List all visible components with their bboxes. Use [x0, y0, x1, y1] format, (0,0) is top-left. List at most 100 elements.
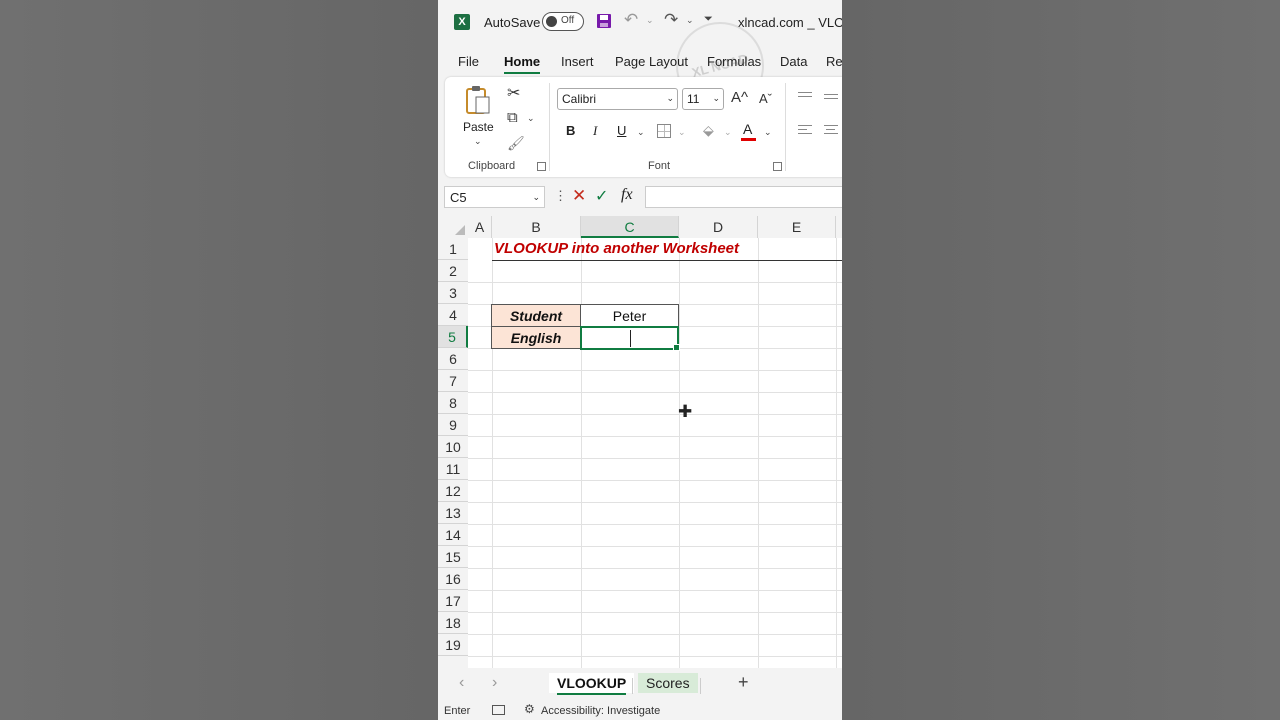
- student-label-cell-b4[interactable]: Student: [491, 304, 581, 327]
- row-header-20[interactable]: [438, 656, 468, 668]
- chevron-left-icon[interactable]: ‹: [459, 674, 464, 692]
- cancel-icon[interactable]: ✕: [572, 186, 586, 206]
- row-header-7[interactable]: 7: [438, 370, 468, 392]
- chevron-down-icon: ⌄: [712, 93, 720, 103]
- font-color-button[interactable]: A: [743, 121, 752, 137]
- row-header-17[interactable]: 17: [438, 590, 468, 612]
- italic-button[interactable]: I: [593, 123, 597, 139]
- row-header-4[interactable]: 4: [438, 304, 468, 326]
- paste-dropdown-icon[interactable]: ⌄: [474, 136, 482, 147]
- cut-icon[interactable]: ✂: [507, 83, 520, 103]
- gridline: [468, 546, 842, 547]
- accessibility-status[interactable]: Accessibility: Investigate: [541, 705, 660, 717]
- align-left-icon[interactable]: [798, 125, 812, 137]
- toggle-knob: [546, 16, 557, 27]
- font-color-dropdown-icon[interactable]: ⌄: [764, 127, 772, 138]
- paste-icon[interactable]: [465, 85, 491, 115]
- document-title: xlncad.com _ VLOO: [738, 15, 842, 30]
- row-header-5[interactable]: 5: [438, 326, 468, 348]
- tab-file[interactable]: File: [458, 54, 479, 69]
- tab-home[interactable]: Home: [504, 54, 541, 74]
- gridline: [468, 590, 842, 591]
- accessibility-icon[interactable]: ⚙: [524, 702, 535, 716]
- student-value-cell-c4[interactable]: Peter: [580, 304, 679, 327]
- row-header-9[interactable]: 9: [438, 414, 468, 436]
- column-header-a[interactable]: A: [468, 216, 492, 238]
- column-header-d[interactable]: D: [679, 216, 758, 238]
- column-header-c[interactable]: C: [581, 216, 679, 238]
- row-header-3[interactable]: 3: [438, 282, 468, 304]
- fill-color-dropdown-icon[interactable]: ⌄: [724, 127, 732, 138]
- autosave-toggle[interactable]: Off: [542, 12, 584, 31]
- row-header-19[interactable]: 19: [438, 634, 468, 656]
- clipboard-launcher-icon[interactable]: [537, 162, 546, 171]
- more-options-icon[interactable]: ⋮: [554, 188, 567, 204]
- redo-icon[interactable]: ↷: [664, 10, 678, 30]
- align-top-icon[interactable]: [798, 92, 812, 104]
- enter-check-icon[interactable]: ✓: [595, 186, 608, 206]
- gridline: [468, 524, 842, 525]
- column-header-b[interactable]: B: [492, 216, 581, 238]
- english-label-cell-b5[interactable]: English: [491, 326, 581, 349]
- chevron-right-icon[interactable]: ›: [492, 674, 497, 692]
- add-sheet-icon[interactable]: +: [738, 672, 749, 693]
- align-center-icon[interactable]: [824, 125, 838, 137]
- sheet-tab-scores[interactable]: Scores: [638, 673, 698, 693]
- borders-dropdown-icon[interactable]: ⌄: [678, 127, 686, 138]
- sheet-tab-vlookup[interactable]: VLOOKUP: [549, 673, 635, 695]
- shrink-letter: A: [759, 91, 768, 106]
- sheet-tab-bar: ‹ › VLOOKUP Scores +: [438, 668, 842, 700]
- row-header-1[interactable]: 1: [438, 238, 468, 260]
- row-header-12[interactable]: 12: [438, 480, 468, 502]
- row-header-14[interactable]: 14: [438, 524, 468, 546]
- copy-icon[interactable]: ⧉: [507, 109, 518, 126]
- gridline: [468, 392, 842, 393]
- formula-input[interactable]: [645, 186, 842, 208]
- save-icon[interactable]: [596, 13, 612, 29]
- underline-dropdown-icon[interactable]: ⌄: [637, 127, 645, 138]
- copy-dropdown-icon[interactable]: ⌄: [527, 113, 535, 124]
- column-header-f[interactable]: [836, 216, 842, 238]
- column-header-e[interactable]: E: [758, 216, 836, 238]
- format-painter-icon[interactable]: 🖌: [507, 135, 525, 152]
- insert-function-button[interactable]: fx: [621, 186, 633, 204]
- row-header-15[interactable]: 15: [438, 546, 468, 568]
- tab-review[interactable]: Re: [826, 54, 842, 69]
- undo-icon[interactable]: ↶: [624, 10, 638, 30]
- text-caret: [630, 330, 631, 347]
- bold-button[interactable]: B: [566, 123, 575, 138]
- fill-handle[interactable]: [673, 344, 680, 351]
- tab-data[interactable]: Data: [780, 54, 807, 69]
- underline-button[interactable]: U: [617, 123, 626, 138]
- row-header-2[interactable]: 2: [438, 260, 468, 282]
- increase-font-size-icon[interactable]: A^: [731, 89, 748, 106]
- paste-button[interactable]: Paste: [463, 120, 494, 134]
- row-header-6[interactable]: 6: [438, 348, 468, 370]
- decrease-font-size-icon[interactable]: Aˇ: [759, 91, 772, 106]
- name-box[interactable]: C5 ⌄: [444, 186, 545, 208]
- align-middle-icon[interactable]: [824, 94, 838, 106]
- row-header-16[interactable]: 16: [438, 568, 468, 590]
- active-cell-c5[interactable]: [580, 326, 680, 351]
- gridline: [468, 480, 842, 481]
- redo-dropdown-icon[interactable]: ⌄: [686, 15, 694, 26]
- row-header-10[interactable]: 10: [438, 436, 468, 458]
- row-header-18[interactable]: 18: [438, 612, 468, 634]
- tab-page-layout[interactable]: Page Layout: [615, 54, 688, 69]
- fill-color-icon[interactable]: ⬙: [703, 122, 714, 139]
- select-all-corner[interactable]: [438, 216, 468, 238]
- macro-record-icon[interactable]: [492, 705, 505, 715]
- row-header-13[interactable]: 13: [438, 502, 468, 524]
- undo-dropdown-icon[interactable]: ⌄: [646, 15, 654, 26]
- font-size-select[interactable]: 11 ⌄: [682, 88, 724, 110]
- borders-icon[interactable]: [657, 124, 671, 138]
- row-header-8[interactable]: 8: [438, 392, 468, 414]
- font-launcher-icon[interactable]: [773, 162, 782, 171]
- worksheet-grid[interactable]: A B C D E 1 2 3 4 5 6 7 8 9 10 11 12 13 …: [438, 216, 842, 668]
- row-header-11[interactable]: 11: [438, 458, 468, 480]
- tab-formulas[interactable]: Formulas: [707, 54, 761, 69]
- gridline: [836, 238, 837, 668]
- tab-insert[interactable]: Insert: [561, 54, 594, 69]
- sheet-title-cell-b1[interactable]: VLOOKUP into another Worksheet: [494, 238, 739, 260]
- font-name-select[interactable]: Calibri ⌄: [557, 88, 678, 110]
